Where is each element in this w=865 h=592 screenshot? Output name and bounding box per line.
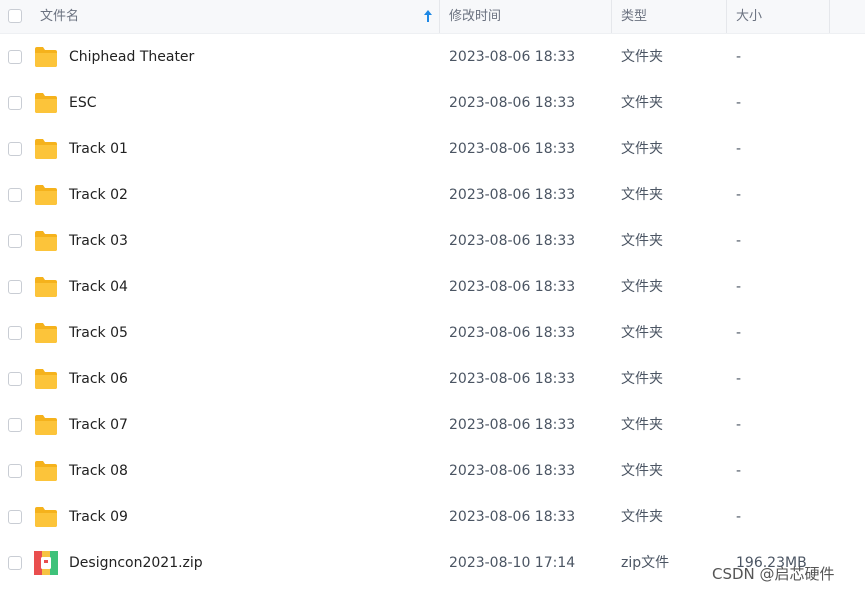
file-row[interactable]: Track 08 2023-08-06 18:33 文件夹 -	[0, 448, 865, 494]
file-name[interactable]: ESC	[69, 80, 97, 126]
file-size: -	[736, 141, 742, 157]
folder-icon	[35, 47, 57, 67]
row-checkbox[interactable]	[8, 50, 22, 64]
folder-icon	[35, 369, 57, 389]
file-modified: 2023-08-10 17:14	[449, 555, 576, 571]
sort-ascending-icon[interactable]	[423, 9, 433, 23]
row-checkbox[interactable]	[8, 418, 22, 432]
file-type: zip文件	[621, 555, 670, 571]
file-row[interactable]: Track 06 2023-08-06 18:33 文件夹 -	[0, 356, 865, 402]
file-modified: 2023-08-06 18:33	[449, 279, 576, 295]
row-checkbox[interactable]	[8, 234, 22, 248]
file-modified: 2023-08-06 18:33	[449, 371, 576, 387]
file-size: -	[736, 371, 742, 387]
file-type: 文件夹	[621, 141, 663, 157]
file-row[interactable]: Track 05 2023-08-06 18:33 文件夹 -	[0, 310, 865, 356]
file-row[interactable]: Track 03 2023-08-06 18:33 文件夹 -	[0, 218, 865, 264]
file-modified: 2023-08-06 18:33	[449, 141, 576, 157]
folder-icon	[35, 323, 57, 343]
file-row[interactable]: ESC 2023-08-06 18:33 文件夹 -	[0, 80, 865, 126]
row-checkbox[interactable]	[8, 556, 22, 570]
file-name[interactable]: Chiphead Theater	[69, 34, 194, 80]
file-size: -	[736, 417, 742, 433]
row-checkbox[interactable]	[8, 96, 22, 110]
file-modified: 2023-08-06 18:33	[449, 463, 576, 479]
file-row[interactable]: Track 01 2023-08-06 18:33 文件夹 -	[0, 126, 865, 172]
column-divider[interactable]	[829, 0, 830, 33]
file-row[interactable]: Track 09 2023-08-06 18:33 文件夹 -	[0, 494, 865, 540]
folder-icon	[35, 185, 57, 205]
file-size: -	[736, 187, 742, 203]
file-name[interactable]: Track 06	[69, 356, 128, 402]
column-divider[interactable]	[439, 0, 440, 33]
file-modified: 2023-08-06 18:33	[449, 95, 576, 111]
file-list-header: 文件名 修改时间 类型 大小	[0, 0, 865, 34]
file-type: 文件夹	[621, 325, 663, 341]
file-row[interactable]: Chiphead Theater 2023-08-06 18:33 文件夹 -	[0, 34, 865, 80]
file-size: -	[736, 49, 742, 65]
file-size: -	[736, 279, 742, 295]
file-type: 文件夹	[621, 187, 663, 203]
file-type: 文件夹	[621, 509, 663, 525]
file-type: 文件夹	[621, 279, 663, 295]
column-header-type[interactable]: 类型	[621, 0, 647, 33]
row-checkbox[interactable]	[8, 188, 22, 202]
file-type: 文件夹	[621, 233, 663, 249]
file-name[interactable]: Track 04	[69, 264, 128, 310]
file-name[interactable]: Track 05	[69, 310, 128, 356]
file-type: 文件夹	[621, 417, 663, 433]
folder-icon	[35, 277, 57, 297]
row-checkbox[interactable]	[8, 510, 22, 524]
file-name[interactable]: Track 03	[69, 218, 128, 264]
row-checkbox[interactable]	[8, 142, 22, 156]
file-size: -	[736, 509, 742, 525]
file-type: 文件夹	[621, 463, 663, 479]
file-size: -	[736, 325, 742, 341]
file-size: -	[736, 95, 742, 111]
file-modified: 2023-08-06 18:33	[449, 49, 576, 65]
file-name[interactable]: Track 08	[69, 448, 128, 494]
file-size: -	[736, 233, 742, 249]
folder-icon	[35, 231, 57, 251]
folder-icon	[35, 93, 57, 113]
file-modified: 2023-08-06 18:33	[449, 233, 576, 249]
row-checkbox[interactable]	[8, 326, 22, 340]
file-modified: 2023-08-06 18:33	[449, 187, 576, 203]
file-row[interactable]: Track 07 2023-08-06 18:33 文件夹 -	[0, 402, 865, 448]
file-name[interactable]: Track 01	[69, 126, 128, 172]
watermark: CSDN @启芯硬件	[712, 565, 835, 583]
select-all-checkbox[interactable]	[8, 9, 22, 23]
file-modified: 2023-08-06 18:33	[449, 417, 576, 433]
row-checkbox[interactable]	[8, 464, 22, 478]
folder-icon	[35, 507, 57, 527]
column-header-size[interactable]: 大小	[736, 0, 762, 33]
file-type: 文件夹	[621, 371, 663, 387]
file-type: 文件夹	[621, 95, 663, 111]
file-size: -	[736, 463, 742, 479]
column-divider[interactable]	[726, 0, 727, 33]
file-name[interactable]: Track 07	[69, 402, 128, 448]
file-modified: 2023-08-06 18:33	[449, 325, 576, 341]
file-name[interactable]: Track 09	[69, 494, 128, 540]
column-divider[interactable]	[611, 0, 612, 33]
row-checkbox[interactable]	[8, 372, 22, 386]
file-row[interactable]: Track 04 2023-08-06 18:33 文件夹 -	[0, 264, 865, 310]
folder-icon	[35, 139, 57, 159]
folder-icon	[35, 461, 57, 481]
file-row[interactable]: Track 02 2023-08-06 18:33 文件夹 -	[0, 172, 865, 218]
file-name[interactable]: Track 02	[69, 172, 128, 218]
row-checkbox[interactable]	[8, 280, 22, 294]
file-name[interactable]: Designcon2021.zip	[69, 540, 203, 586]
column-header-modified[interactable]: 修改时间	[449, 0, 501, 33]
column-header-name[interactable]: 文件名	[40, 0, 79, 33]
zip-file-icon	[34, 551, 58, 575]
file-type: 文件夹	[621, 49, 663, 65]
folder-icon	[35, 415, 57, 435]
file-modified: 2023-08-06 18:33	[449, 509, 576, 525]
